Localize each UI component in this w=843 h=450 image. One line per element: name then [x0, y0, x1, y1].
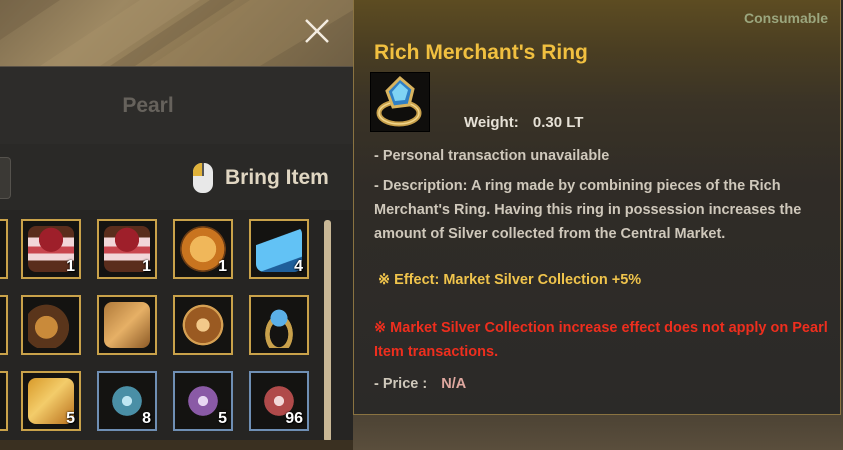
item-type-label: Consumable — [743, 10, 828, 26]
weight-label: Weight: — [464, 114, 519, 131]
price-label: - Price : — [374, 376, 428, 392]
item-count: 96 — [285, 410, 303, 427]
partial-slot[interactable] — [0, 371, 8, 431]
price-row: - Price : N/A — [374, 372, 466, 396]
price-value: N/A — [441, 376, 467, 392]
close-button[interactable] — [298, 12, 336, 50]
chest-icon — [28, 302, 74, 348]
partial-slot[interactable] — [0, 295, 8, 355]
item-count: 1 — [66, 258, 75, 275]
ring-slot[interactable] — [249, 295, 309, 355]
close-icon — [305, 19, 329, 43]
inventory-scrollbar[interactable] — [324, 220, 331, 442]
weight-value: 0.30 LT — [532, 114, 584, 131]
background-floor — [0, 440, 353, 450]
item-description: - Description: A ring made by combining … — [374, 178, 802, 242]
item-tooltip: Consumable Rich Merchant's Ring Weight: … — [353, 0, 841, 415]
ring-icon — [256, 302, 302, 348]
mouse-left-click-icon — [193, 163, 213, 193]
crystal-slot[interactable]: 96 — [249, 371, 309, 431]
bring-item-button[interactable]: Bring Item — [193, 160, 329, 196]
crystal-slot[interactable]: 8 — [97, 371, 157, 431]
bring-item-label: Bring Item — [225, 166, 329, 189]
item-count: 1 — [142, 258, 151, 275]
crystal-slot[interactable]: 5 — [173, 371, 233, 431]
tab-bar: Pearl — [0, 66, 353, 144]
ring-icon — [370, 72, 430, 132]
cake-slot[interactable]: 1 — [97, 219, 157, 279]
item-title: Rich Merchant's Ring — [374, 41, 588, 64]
weight-row: Weight: 0.30 LT — [464, 114, 583, 131]
map-slot[interactable] — [97, 295, 157, 355]
scroll-slot[interactable]: 5 — [21, 371, 81, 431]
personal-transaction-note: - Personal transaction unavailable — [374, 148, 610, 164]
treasure-slot[interactable] — [21, 295, 81, 355]
window-header — [0, 0, 353, 66]
search-input[interactable] — [0, 157, 11, 199]
partial-slot[interactable] — [0, 219, 8, 279]
item-count: 1 — [218, 258, 227, 275]
inventory-window: Pearl Bring Item 1 1 1 4 5 8 5 96 — [0, 0, 353, 450]
pie-slot[interactable]: 1 — [173, 219, 233, 279]
compass-slot[interactable] — [173, 295, 233, 355]
tab-pearl[interactable]: Pearl — [0, 67, 296, 144]
item-count: 8 — [142, 410, 151, 427]
item-count: 5 — [66, 410, 75, 427]
map-icon — [104, 302, 150, 348]
cake-slot[interactable]: 1 — [21, 219, 81, 279]
compass-icon — [180, 302, 226, 348]
effect-warning: ※ Market Silver Collection increase effe… — [374, 320, 828, 360]
item-count: 5 — [218, 410, 227, 427]
item-count: 4 — [294, 258, 303, 275]
potion-slot[interactable]: 4 — [249, 219, 309, 279]
item-effect: ※ Effect: Market Silver Collection +5% — [378, 272, 642, 288]
